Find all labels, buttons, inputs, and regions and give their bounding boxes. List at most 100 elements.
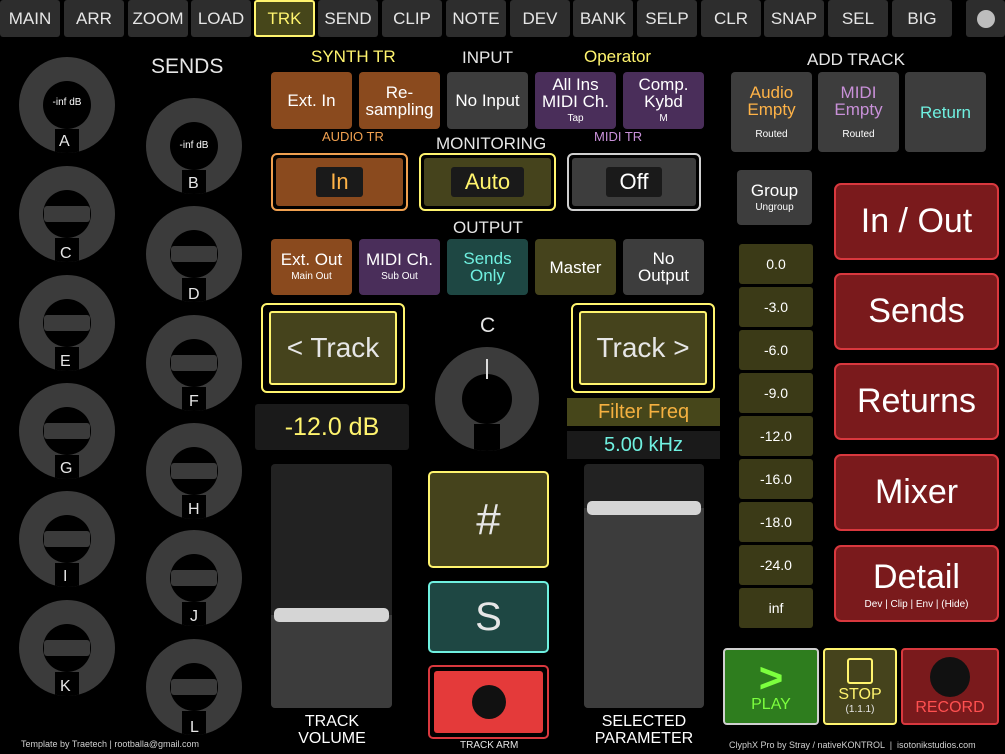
operator-header: Operator — [584, 47, 652, 66]
send-knob-i-label: I — [63, 568, 68, 585]
send-knob-c-label: C — [60, 245, 72, 262]
send-knob-f-label: F — [189, 393, 199, 410]
audio-tr-label: AUDIO TR — [322, 129, 384, 144]
midi-tr-label: MIDI TR — [594, 129, 643, 144]
mixer-button[interactable]: Mixer — [834, 454, 999, 531]
sends-title: SENDS — [151, 55, 224, 78]
play-icon: > — [758, 653, 784, 701]
all-ins-button[interactable]: All Ins MIDI Ch. Tap — [535, 72, 616, 129]
returns-button[interactable]: Returns — [834, 363, 999, 440]
send-knob-a-value: -inf dB — [52, 97, 82, 108]
prev-track-button[interactable]: < Track — [261, 303, 405, 393]
output-header: OUTPUT — [453, 218, 523, 237]
knob-pointer — [486, 359, 488, 379]
in-out-button[interactable]: In / Out — [834, 183, 999, 260]
tab-note[interactable]: NOTE — [446, 0, 506, 37]
send-knob-h-label: H — [188, 501, 200, 518]
tab-main[interactable]: MAIN — [0, 0, 60, 37]
send-knob-d-label: D — [188, 286, 200, 303]
level-button[interactable]: -9.0 — [739, 373, 813, 413]
hash-button[interactable]: # — [428, 471, 549, 568]
menu-dot-button[interactable] — [966, 0, 1005, 37]
add-audio-track-button[interactable]: Audio Empty Routed — [731, 72, 812, 152]
tab-bank[interactable]: BANK — [573, 0, 633, 37]
monitor-auto-button[interactable]: Auto — [419, 153, 556, 211]
send-knob-l-label: L — [190, 719, 199, 736]
tab-dev[interactable]: DEV — [510, 0, 570, 37]
send-knob-g-label: G — [60, 460, 73, 477]
volume-fader-cap[interactable] — [274, 608, 389, 622]
footer-right: ClyphX Pro by Stray / nativeKONTROL | is… — [729, 740, 976, 750]
send-knob-a-label: A — [59, 133, 70, 150]
tab-snap[interactable]: SNAP — [764, 0, 824, 37]
send-knob-b-label: B — [188, 175, 199, 192]
track-arm-label: TRACK ARM — [460, 740, 519, 751]
tab-zoom[interactable]: ZOOM — [128, 0, 188, 37]
midi-ch-out-button[interactable]: MIDI Ch. Sub Out — [359, 239, 440, 295]
tab-clr[interactable]: CLR — [701, 0, 761, 37]
level-button[interactable]: 0.0 — [739, 244, 813, 284]
record-button[interactable]: RECORD — [901, 648, 999, 725]
level-button[interactable]: -16.0 — [739, 459, 813, 499]
add-midi-track-button[interactable]: MIDI Empty Routed — [818, 72, 899, 152]
level-button[interactable]: inf — [739, 588, 813, 628]
send-knob-j-label: J — [190, 608, 198, 625]
resampling-button[interactable]: Re- sampling — [359, 72, 440, 129]
monitor-in-button[interactable]: In — [271, 153, 408, 211]
synth-tr-header: SYNTH TR — [311, 47, 396, 66]
tab-load[interactable]: LOAD — [191, 0, 251, 37]
monitoring-header: MONITORING — [436, 134, 547, 153]
monitor-off-button[interactable]: Off — [567, 153, 701, 211]
detail-button[interactable]: Detail Dev | Clip | Env | (Hide) — [834, 545, 999, 622]
param-knob[interactable] — [435, 347, 539, 451]
add-return-track-button[interactable]: Return — [905, 72, 986, 152]
level-button[interactable]: -18.0 — [739, 502, 813, 542]
volume-fader[interactable] — [271, 464, 392, 708]
next-track-button[interactable]: Track > — [571, 303, 715, 393]
param-value: 5.00 kHz — [567, 431, 720, 459]
param-fader-fill — [584, 508, 704, 708]
comp-kybd-button[interactable]: Comp. Kybd M — [623, 72, 704, 129]
level-button[interactable]: -24.0 — [739, 545, 813, 585]
tab-send[interactable]: SEND — [318, 0, 378, 37]
play-button[interactable]: > PLAY — [723, 648, 819, 725]
volume-label: TRACK VOLUME — [298, 713, 366, 747]
sends-button[interactable]: Sends — [834, 273, 999, 350]
master-button[interactable]: Master — [535, 239, 616, 295]
dot-icon — [976, 9, 995, 28]
level-button[interactable]: -3.0 — [739, 287, 813, 327]
param-label: SELECTED PARAMETER — [594, 713, 694, 747]
sends-only-button[interactable]: Sends Only — [447, 239, 528, 295]
tab-trk[interactable]: TRK — [254, 0, 315, 37]
stop-icon — [847, 658, 873, 684]
send-knob-e-label: E — [60, 353, 71, 370]
send-knob-k-label: K — [60, 678, 71, 695]
stop-button[interactable]: STOP (1.1.1) — [823, 648, 897, 725]
level-button[interactable]: -6.0 — [739, 330, 813, 370]
ext-in-button[interactable]: Ext. In — [271, 72, 352, 129]
record-icon — [930, 656, 970, 697]
tab-sel[interactable]: SEL — [828, 0, 888, 37]
param-fader[interactable] — [584, 464, 704, 708]
tab-big[interactable]: BIG — [892, 0, 952, 37]
footer-left: Template by Traetech | rootballa@gmail.c… — [21, 739, 200, 749]
group-button[interactable]: Group Ungroup — [737, 170, 812, 225]
no-output-button[interactable]: No Output — [623, 239, 704, 295]
param-name: Filter Freq — [567, 398, 720, 426]
solo-button[interactable]: S — [428, 581, 549, 653]
ext-out-button[interactable]: Ext. Out Main Out — [271, 239, 352, 295]
track-arm-button[interactable] — [428, 665, 549, 739]
no-input-button[interactable]: No Input — [447, 72, 528, 129]
tab-selp[interactable]: SELP — [637, 0, 697, 37]
send-knob-b-value: -inf dB — [179, 140, 209, 151]
center-knob-label: C — [480, 314, 496, 337]
tab-clip[interactable]: CLIP — [382, 0, 442, 37]
level-button[interactable]: -12.0 — [739, 416, 813, 456]
tab-arr[interactable]: ARR — [64, 0, 124, 37]
record-dot-icon — [471, 685, 506, 719]
add-track-header: ADD TRACK — [807, 50, 905, 69]
volume-fader-fill — [271, 615, 392, 708]
volume-readout: -12.0 dB — [255, 404, 409, 450]
param-fader-cap[interactable] — [587, 501, 701, 515]
input-header: INPUT — [462, 48, 513, 67]
